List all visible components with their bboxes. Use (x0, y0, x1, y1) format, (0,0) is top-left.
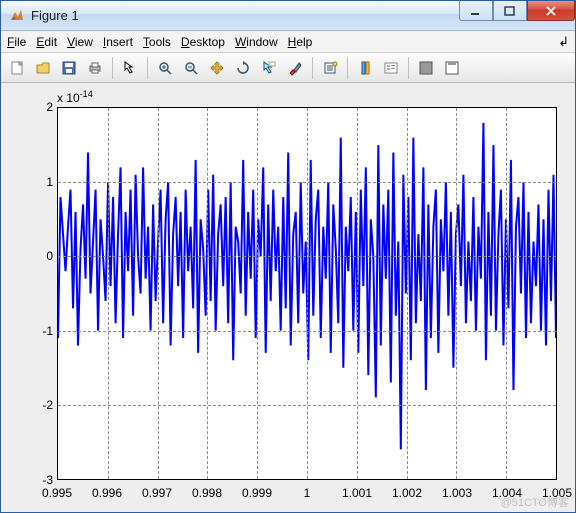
gridline-v (257, 108, 258, 479)
maximize-button[interactable] (493, 1, 527, 21)
toolbar-separator (112, 57, 113, 79)
minimize-button[interactable] (459, 1, 493, 21)
ytick-label: 0 (46, 249, 53, 263)
menu-window[interactable]: Window (235, 35, 278, 49)
xtick-label: 0.996 (92, 486, 122, 500)
ytick-label: -3 (42, 473, 53, 487)
gridline-v (108, 108, 109, 479)
save-button[interactable] (57, 56, 81, 80)
toolbar-separator (347, 57, 348, 79)
toolbar-separator (312, 57, 313, 79)
menubar: File Edit View Insert Tools Desktop Window Help… (1, 31, 575, 53)
show-tools-button[interactable] (440, 56, 464, 80)
xtick-label: 0.995 (42, 486, 72, 500)
gridline-v (407, 108, 408, 479)
xtick-label: 1.003 (442, 486, 472, 500)
toolbar (1, 53, 575, 83)
titlebar[interactable]: Figure 1 (1, 1, 575, 31)
window-controls (459, 1, 575, 30)
ytick-label: -2 (42, 398, 53, 412)
brush-button[interactable] (283, 56, 307, 80)
figure-window: Figure 1 File Edit View Insert Tools Desktop W… (0, 0, 576, 513)
gridline-v (307, 108, 308, 479)
menu-insert[interactable]: Insert (103, 35, 133, 49)
figure-content: x 10-14 @51CTO博客 -3-2-10120.9950.9960.99… (1, 83, 575, 512)
menu-edit[interactable]: Edit (36, 35, 57, 49)
xtick-label: 1.005 (542, 486, 572, 500)
xtick-label: 1.004 (492, 486, 522, 500)
zoom-in-button[interactable] (153, 56, 177, 80)
window-title: Figure 1 (31, 8, 459, 23)
ytick-label: 2 (46, 100, 53, 114)
ytick-label: 1 (46, 175, 53, 189)
gridline-v (357, 108, 358, 479)
menu-tools[interactable]: Tools (143, 35, 171, 49)
menu-view[interactable]: View (67, 35, 93, 49)
edit-plot-button[interactable] (118, 56, 142, 80)
menu-help[interactable]: Help (288, 35, 313, 49)
xtick-label: 1.001 (342, 486, 372, 500)
xtick-label: 0.997 (142, 486, 172, 500)
new-figure-button[interactable] (5, 56, 29, 80)
data-cursor-button[interactable] (257, 56, 281, 80)
colorbar-button[interactable] (353, 56, 377, 80)
close-button[interactable] (527, 1, 575, 21)
xtick-label: 0.998 (192, 486, 222, 500)
gridline-v (158, 108, 159, 479)
axes[interactable] (57, 107, 557, 480)
link-button[interactable] (318, 56, 342, 80)
legend-button[interactable] (379, 56, 403, 80)
y-exponent-label: x 10-14 (57, 89, 93, 105)
gridline-v (207, 108, 208, 479)
toolbar-separator (147, 57, 148, 79)
gridline-v (456, 108, 457, 479)
matlab-icon (9, 8, 25, 24)
xtick-label: 0.999 (242, 486, 272, 500)
xtick-label: 1 (304, 486, 311, 500)
xtick-label: 1.002 (392, 486, 422, 500)
hide-tools-button[interactable] (414, 56, 438, 80)
menu-desktop[interactable]: Desktop (181, 35, 225, 49)
menu-file[interactable]: File (7, 35, 26, 49)
pan-button[interactable] (205, 56, 229, 80)
print-button[interactable] (83, 56, 107, 80)
gridline-v (506, 108, 507, 479)
ytick-label: -1 (42, 324, 53, 338)
open-button[interactable] (31, 56, 55, 80)
toolbar-separator (408, 57, 409, 79)
dock-icon[interactable]: ↲ (558, 34, 569, 50)
rotate3d-button[interactable] (231, 56, 255, 80)
zoom-out-button[interactable] (179, 56, 203, 80)
